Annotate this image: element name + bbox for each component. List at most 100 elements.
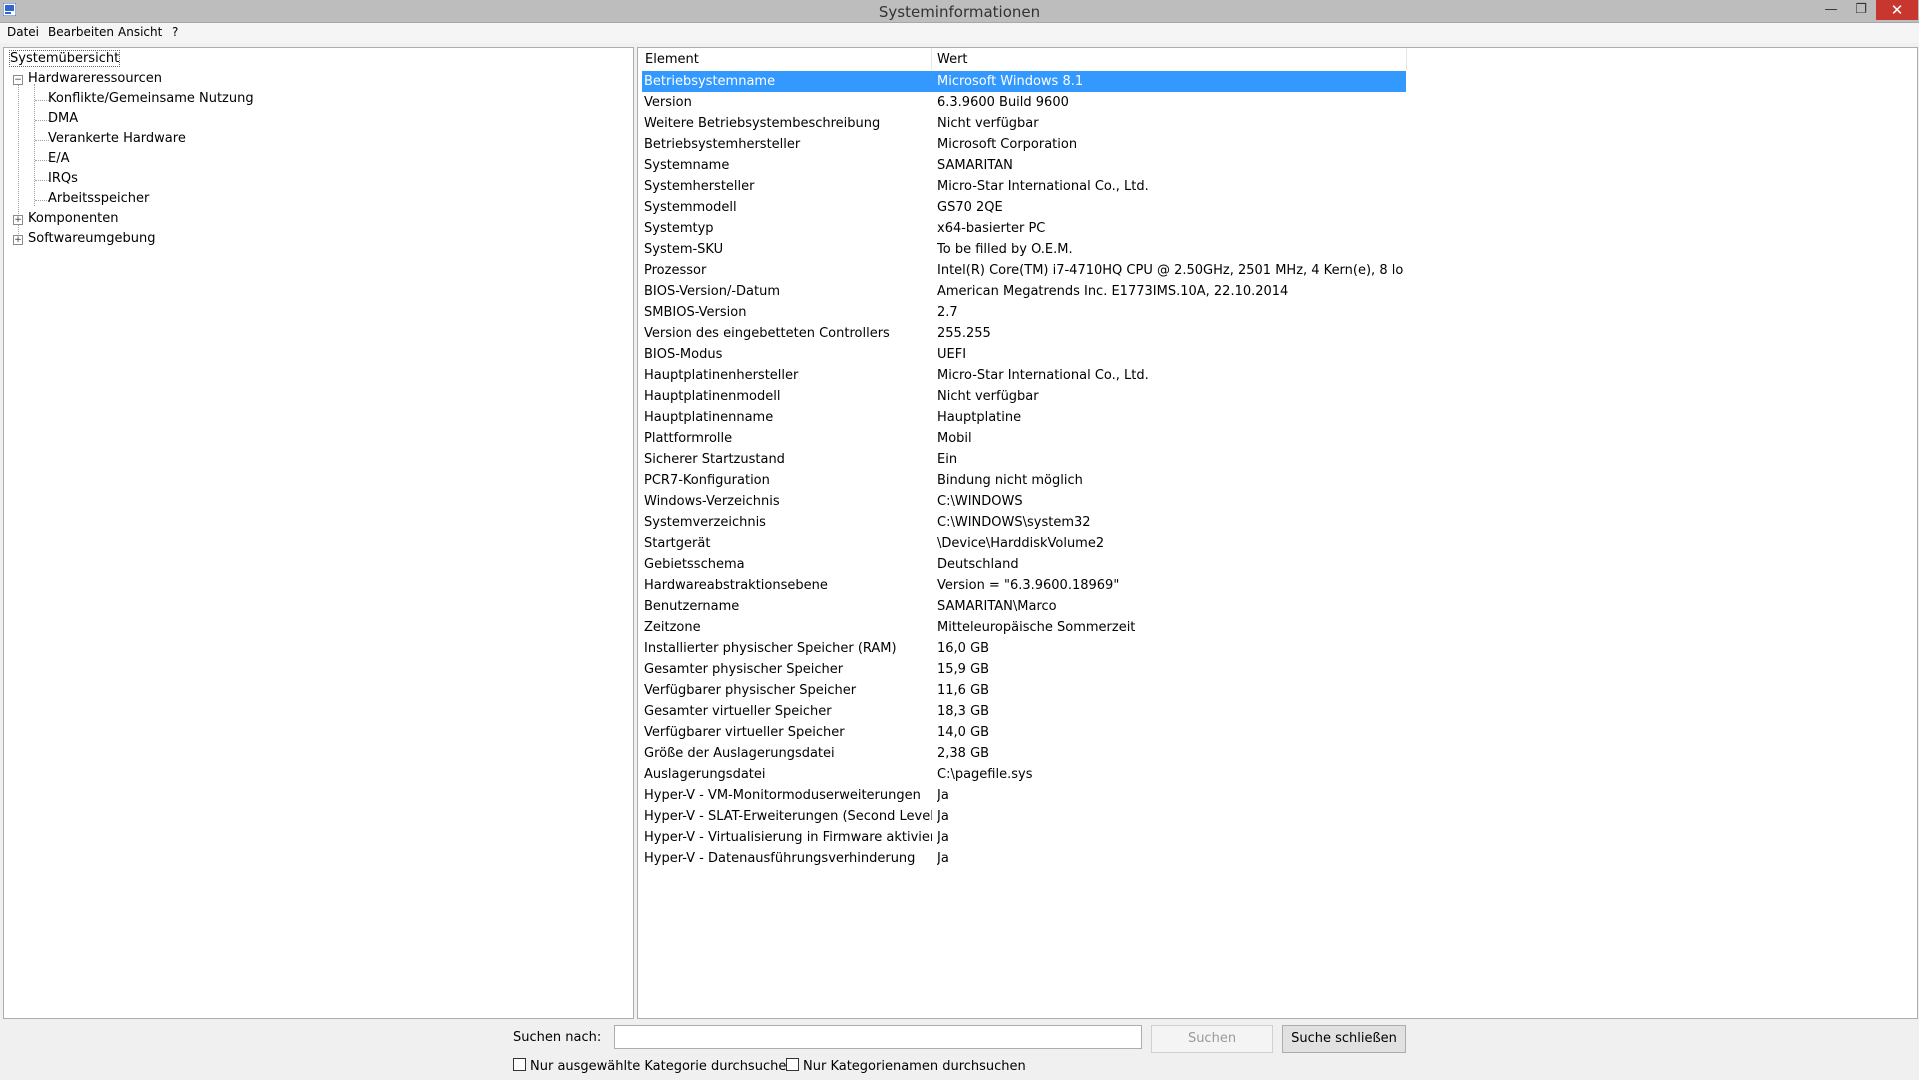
- close-search-button[interactable]: Suche schließen: [1282, 1025, 1406, 1053]
- table-row[interactable]: Hardwareabstraktionsebene Version = "6.3.…: [642, 575, 1406, 596]
- cell-element: Systemverzeichnis: [644, 515, 766, 530]
- table-row[interactable]: Verfügbarer virtueller Speicher 14,0 GB: [642, 722, 1406, 743]
- table-row[interactable]: Sicherer Startzustand Ein: [642, 449, 1406, 470]
- tree-item-irqs[interactable]: IRQs: [48, 170, 78, 188]
- table-row[interactable]: Plattformrolle Mobil: [642, 428, 1406, 449]
- menu-datei[interactable]: Datei: [7, 25, 39, 39]
- table-row[interactable]: Hauptplatinenhersteller Micro-Star Intern…: [642, 365, 1406, 386]
- checkbox-label: Nur Kategorienamen durchsuchen: [803, 1059, 1026, 1074]
- table-row[interactable]: Hyper-V - SLAT-Erweiterungen (Second Lev…: [642, 806, 1406, 827]
- checkbox-icon[interactable]: [513, 1058, 526, 1071]
- minimize-button[interactable]: —: [1816, 0, 1846, 20]
- tree-item-dma[interactable]: DMA: [48, 110, 78, 128]
- table-row[interactable]: BIOS-Modus UEFI: [642, 344, 1406, 365]
- tree-item-memory[interactable]: Arbeitsspeicher: [48, 190, 149, 208]
- cell-element: Zeitzone: [644, 620, 701, 635]
- window-title: Systeminformationen: [878, 3, 1041, 21]
- table-row[interactable]: Verfügbarer physischer Speicher 11,6 GB: [642, 680, 1406, 701]
- close-button[interactable]: ✕: [1876, 0, 1918, 20]
- table-row[interactable]: Startgerät \Device\HarddiskVolume2: [642, 533, 1406, 554]
- cell-value: Hauptplatine: [937, 410, 1022, 425]
- table-row[interactable]: Installierter physischer Speicher (RAM) 1…: [642, 638, 1406, 659]
- table-row[interactable]: Windows-Verzeichnis C:\WINDOWS: [642, 491, 1406, 512]
- menu-bearbeiten[interactable]: Bearbeiten: [48, 25, 114, 39]
- tree-connector: [18, 76, 19, 234]
- cell-value: Ja: [937, 809, 949, 824]
- category-names-checkbox[interactable]: Nur Kategorienamen durchsuchen: [786, 1058, 1026, 1074]
- cell-value: 11,6 GB: [937, 683, 990, 698]
- tree-item-conflicts[interactable]: Konflikte/Gemeinsame Nutzung: [48, 90, 254, 108]
- table-row[interactable]: Weitere Betriebsystembeschreibung Nicht v…: [642, 113, 1406, 134]
- table-row[interactable]: Systemhersteller Micro-Star International…: [642, 176, 1406, 197]
- table-row[interactable]: Systemname SAMARITAN: [642, 155, 1406, 176]
- search-input[interactable]: [614, 1025, 1142, 1049]
- cell-value: 6.3.9600 Build 9600: [937, 95, 1069, 110]
- table-row[interactable]: Systemverzeichnis C:\WINDOWS\system32: [642, 512, 1406, 533]
- expand-icon[interactable]: +: [13, 235, 23, 245]
- table-row[interactable]: Hauptplatinenname Hauptplatine: [642, 407, 1406, 428]
- cell-element: Windows-Verzeichnis: [644, 494, 780, 509]
- cell-element: Sicherer Startzustand: [644, 452, 785, 467]
- checkbox-icon[interactable]: [786, 1058, 799, 1071]
- tree-item-hardware[interactable]: Hardwareressourcen: [28, 70, 162, 88]
- cell-element: Hyper-V - SLAT-Erweiterungen (Second Lev…: [644, 809, 932, 824]
- table-row[interactable]: Hauptplatinenmodell Nicht verfügbar: [642, 386, 1406, 407]
- collapse-icon[interactable]: −: [13, 75, 23, 85]
- table-row[interactable]: Größe der Auslagerungsdatei 2,38 GB: [642, 743, 1406, 764]
- expand-icon[interactable]: +: [13, 215, 23, 225]
- table-row[interactable]: Prozessor Intel(R) Core(TM) i7-4710HQ CPU…: [642, 260, 1406, 281]
- cell-element: Betriebsystemname: [644, 74, 776, 89]
- details-list[interactable]: Element Wert Betriebsystemname Microsoft …: [637, 47, 1918, 1019]
- table-row[interactable]: Hyper-V - VM-Monitormoduserweiterungen Ja: [642, 785, 1406, 806]
- cell-element: Version des eingebetteten Controllers: [644, 326, 890, 341]
- tree-item-io[interactable]: E/A: [48, 150, 70, 168]
- table-row[interactable]: PCR7-Konfiguration Bindung nicht möglich: [642, 470, 1406, 491]
- cell-value: C:\WINDOWS: [937, 494, 1023, 509]
- table-row[interactable]: Version 6.3.9600 Build 9600: [642, 92, 1406, 113]
- table-row[interactable]: Hyper-V - Datenausführungsverhinderung Ja: [642, 848, 1406, 869]
- column-divider[interactable]: [931, 48, 932, 70]
- table-row[interactable]: Betriebsystemname Microsoft Windows 8.1: [642, 71, 1406, 92]
- tree-item-forced-hardware[interactable]: Verankerte Hardware: [48, 130, 186, 148]
- table-row[interactable]: SMBIOS-Version 2.7: [642, 302, 1406, 323]
- cell-element: Betriebsystemhersteller: [644, 137, 801, 152]
- table-row[interactable]: Systemtyp x64-basierter PC: [642, 218, 1406, 239]
- selected-category-checkbox[interactable]: Nur ausgewählte Kategorie durchsuchen: [513, 1058, 795, 1074]
- table-row[interactable]: Version des eingebetteten Controllers 255…: [642, 323, 1406, 344]
- cell-element: Hyper-V - Datenausführungsverhinderung: [644, 851, 916, 866]
- table-row[interactable]: System-SKU To be filled by O.E.M.: [642, 239, 1406, 260]
- table-row[interactable]: Zeitzone Mitteleuropäische Sommerzeit: [642, 617, 1406, 638]
- checkbox-label: Nur ausgewählte Kategorie durchsuchen: [530, 1059, 795, 1074]
- tree-item-software[interactable]: Softwareumgebung: [28, 230, 155, 248]
- menu-ansicht[interactable]: Ansicht: [118, 25, 162, 39]
- column-divider[interactable]: [1406, 48, 1407, 70]
- column-header-element[interactable]: Element: [645, 52, 699, 67]
- table-row[interactable]: Gebietsschema Deutschland: [642, 554, 1406, 575]
- column-header-value[interactable]: Wert: [937, 52, 968, 67]
- search-button[interactable]: Suchen: [1151, 1025, 1273, 1053]
- table-row[interactable]: Hyper-V - Virtualisierung in Firmware ak…: [642, 827, 1406, 848]
- table-row[interactable]: Benutzername SAMARITAN\Marco: [642, 596, 1406, 617]
- cell-element: BIOS-Version/-Datum: [644, 284, 781, 299]
- cell-element: Gesamter physischer Speicher: [644, 662, 844, 677]
- cell-value: American Megatrends Inc. E1773IMS.10A, 2…: [937, 284, 1289, 299]
- menu-help[interactable]: ?: [172, 25, 178, 39]
- table-row[interactable]: Gesamter physischer Speicher 15,9 GB: [642, 659, 1406, 680]
- table-row[interactable]: Gesamter virtueller Speicher 18,3 GB: [642, 701, 1406, 722]
- table-row[interactable]: Auslagerungsdatei C:\pagefile.sys: [642, 764, 1406, 785]
- cell-element: Hauptplatinenname: [644, 410, 774, 425]
- cell-value: UEFI: [937, 347, 967, 362]
- tree-item-system-overview[interactable]: Systemübersicht: [8, 50, 121, 68]
- tree-connector: [35, 200, 49, 201]
- tree-item-label: Systemübersicht: [8, 50, 121, 67]
- table-row[interactable]: BIOS-Version/-Datum American Megatrends I…: [642, 281, 1406, 302]
- table-row[interactable]: Systemmodell GS70 2QE: [642, 197, 1406, 218]
- maximize-button[interactable]: ❐: [1846, 0, 1876, 20]
- cell-element: Hauptplatinenmodell: [644, 389, 781, 404]
- tree-item-components[interactable]: Komponenten: [28, 210, 119, 228]
- cell-element: Größe der Auslagerungsdatei: [644, 746, 835, 761]
- cell-element: Systemtyp: [644, 221, 714, 236]
- cell-element: Systemmodell: [644, 200, 737, 215]
- cell-element: Verfügbarer physischer Speicher: [644, 683, 857, 698]
- table-row[interactable]: Betriebsystemhersteller Microsoft Corpora…: [642, 134, 1406, 155]
